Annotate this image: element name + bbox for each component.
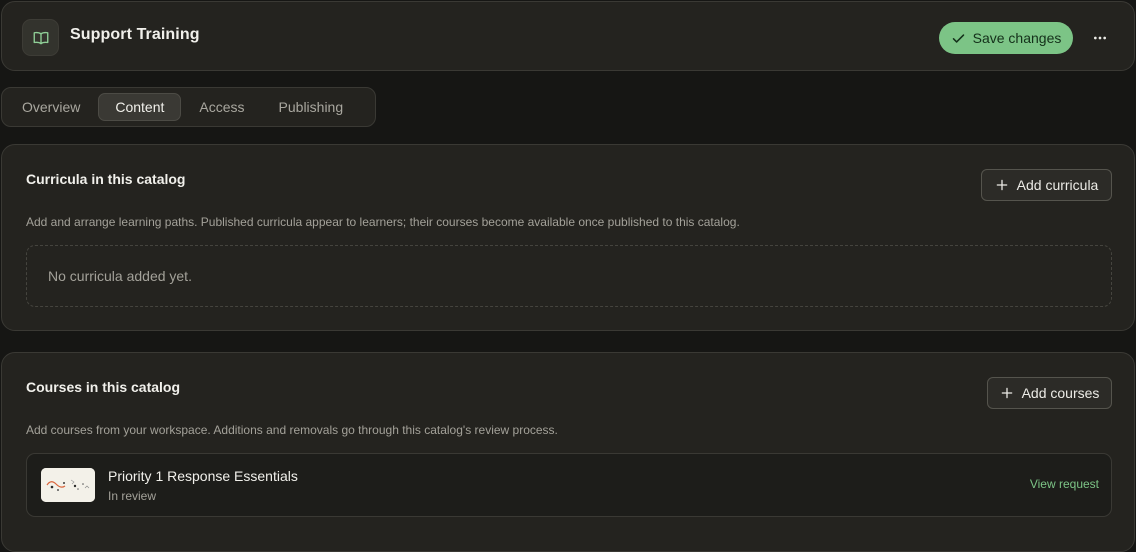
more-horizontal-icon (1094, 36, 1106, 40)
view-request-link[interactable]: View request (1030, 477, 1099, 491)
courses-description: Add courses from your workspace. Additio… (26, 423, 558, 437)
catalog-avatar (22, 19, 59, 56)
plus-icon (1001, 387, 1012, 399)
plus-icon (996, 179, 1007, 191)
page-title: Support Training (70, 26, 200, 43)
curricula-empty-state: No curricula added yet. (26, 245, 1112, 307)
add-curricula-label: Add curricula (1016, 177, 1099, 193)
tab-bar: Overview Content Access Publishing (1, 87, 376, 127)
courses-section-title: Courses in this catalog (26, 379, 181, 395)
add-curricula-button[interactable]: Add curricula (981, 169, 1112, 201)
curricula-description: Add and arrange learning paths. Publishe… (26, 215, 740, 229)
add-courses-button[interactable]: Add courses (987, 377, 1112, 409)
curricula-section: Curricula in this catalog Add curricula … (1, 144, 1135, 331)
open-book-icon (33, 31, 48, 44)
more-options-button[interactable] (1086, 24, 1114, 52)
course-title: Priority 1 Response Essentials (108, 468, 298, 484)
tab-access[interactable]: Access (183, 93, 260, 121)
save-changes-button[interactable]: Save changes (939, 22, 1073, 54)
courses-section: Courses in this catalog Add courses Add … (1, 352, 1135, 552)
page-header: Support Training Save changes (1, 1, 1135, 71)
tab-publishing[interactable]: Publishing (263, 93, 360, 121)
check-icon (952, 33, 964, 43)
empty-state-text: No curricula added yet. (48, 268, 192, 284)
save-changes-label: Save changes (972, 30, 1062, 46)
course-thumbnail (41, 468, 95, 502)
curricula-section-title: Curricula in this catalog (26, 171, 186, 187)
course-list-item: Priority 1 Response Essentials In review… (26, 453, 1112, 517)
course-thumbnail-image (41, 468, 95, 502)
add-courses-label: Add courses (1021, 385, 1100, 401)
course-status: In review (108, 489, 157, 503)
tab-overview[interactable]: Overview (6, 93, 96, 121)
tab-content[interactable]: Content (98, 93, 182, 121)
